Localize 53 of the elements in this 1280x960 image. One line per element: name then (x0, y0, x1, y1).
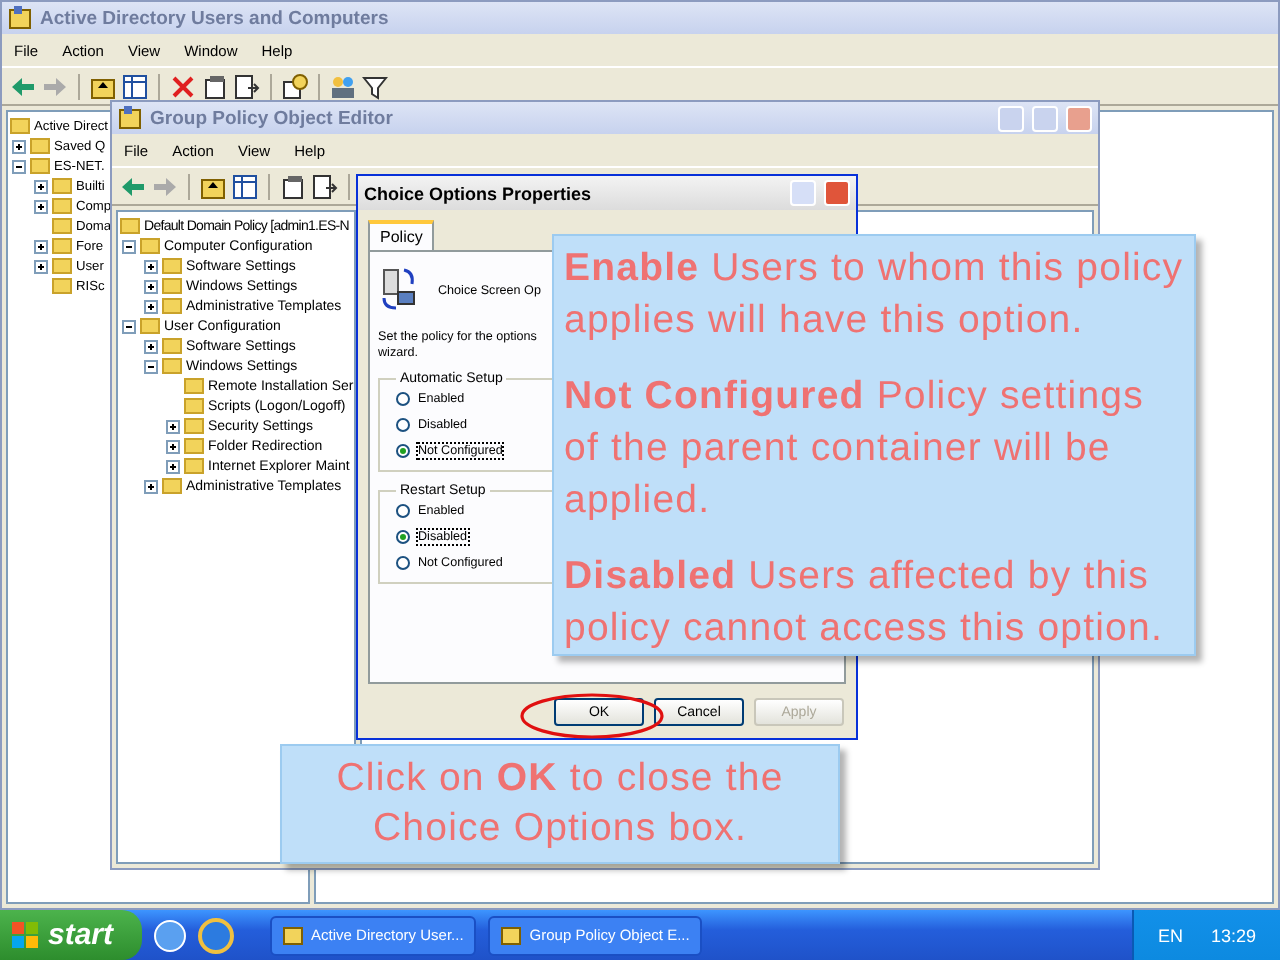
window-title: Group Policy Object Editor (150, 107, 395, 129)
language-indicator[interactable]: EN (1157, 925, 1183, 945)
hint-text: Click on OK to close the Choice Options box. (334, 754, 786, 854)
radio-button[interactable] (396, 530, 410, 544)
radio-button[interactable] (396, 392, 410, 406)
expand-toggle[interactable] (34, 179, 48, 193)
computer-arrows-icon (378, 266, 418, 314)
export-list-icon[interactable] (234, 73, 260, 99)
delete-icon[interactable] (170, 73, 196, 99)
clock: 13:29 (1210, 925, 1256, 945)
expand-toggle[interactable] (122, 319, 136, 333)
close-button[interactable] (824, 180, 850, 206)
window-app-icon (281, 924, 304, 946)
expand-toggle[interactable] (144, 259, 158, 273)
window-app-icon (499, 924, 522, 946)
expand-toggle[interactable] (34, 199, 48, 213)
show-pane-icon[interactable] (232, 173, 258, 199)
tab[interactable]: Policy (368, 220, 435, 250)
radio-button[interactable] (396, 418, 410, 432)
callout-text: Enable Users to whom this policy applies will have this option. (564, 244, 1184, 346)
folder-up-icon[interactable] (90, 73, 116, 99)
expand-toggle[interactable] (12, 159, 26, 173)
expand-toggle[interactable] (166, 419, 180, 433)
back-arrow-icon[interactable] (10, 73, 36, 99)
expand-toggle[interactable] (144, 299, 158, 313)
quick-launch-icon[interactable] (153, 919, 186, 951)
expand-toggle[interactable] (166, 439, 180, 453)
callout-text: Disabled Users affected by this policy cannot access this option. (564, 552, 1165, 654)
expand-toggle[interactable] (144, 359, 158, 373)
expand-toggle[interactable] (34, 239, 48, 253)
radio-button[interactable] (396, 556, 410, 570)
properties-icon[interactable] (202, 73, 228, 99)
expand-toggle[interactable] (34, 259, 48, 273)
window-app-icon (8, 6, 32, 30)
radio-button[interactable] (396, 504, 410, 518)
windows-flag-icon (12, 921, 40, 949)
folder-up-icon[interactable] (200, 173, 226, 199)
expand-toggle[interactable] (12, 139, 26, 153)
expand-toggle[interactable] (144, 339, 158, 353)
expand-toggle[interactable] (144, 279, 158, 293)
dialog-title: Choice Options Properties (364, 183, 594, 203)
properties-icon[interactable] (280, 173, 306, 199)
radio-button[interactable] (396, 444, 410, 458)
users-icon[interactable] (330, 73, 356, 99)
export-list-icon[interactable] (312, 173, 338, 199)
callout-text: Not Configured Policy settings of the parent container will be applied. (564, 372, 1146, 526)
window-title: Active Directory Users and Computers (40, 7, 391, 29)
expand-toggle[interactable] (144, 479, 158, 493)
expand-toggle[interactable] (122, 239, 136, 253)
show-pane-icon[interactable] (122, 73, 148, 99)
back-arrow-icon[interactable] (120, 173, 146, 199)
expand-toggle[interactable] (166, 459, 180, 473)
window-app-icon (118, 106, 142, 130)
